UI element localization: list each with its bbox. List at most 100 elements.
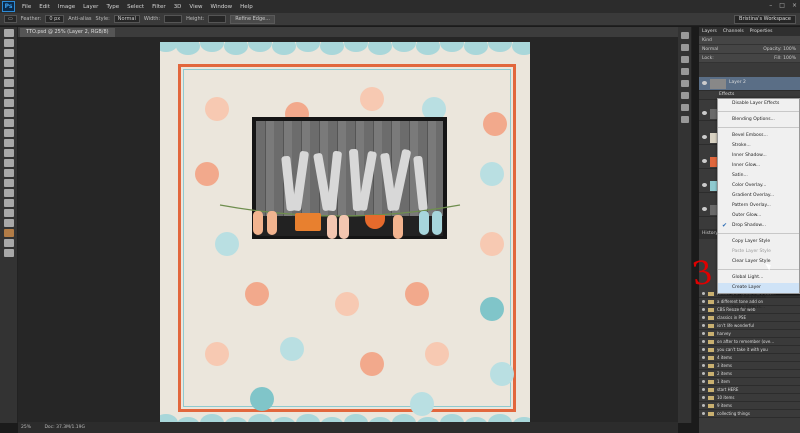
swatches-panel-icon[interactable] (681, 56, 689, 63)
eye-icon[interactable] (702, 159, 707, 163)
eye-icon[interactable] (702, 396, 705, 399)
eye-icon[interactable] (702, 135, 707, 139)
eye-icon[interactable] (702, 364, 705, 367)
history-brush-tool-icon[interactable] (4, 119, 14, 127)
eye-icon[interactable] (702, 412, 705, 415)
menu-image[interactable]: Image (54, 4, 79, 10)
styles-panel-icon[interactable] (681, 80, 689, 87)
eye-icon[interactable] (702, 404, 705, 407)
character-panel-icon[interactable] (681, 92, 689, 99)
layer-filter-select[interactable]: Kind (699, 36, 800, 45)
height-input[interactable] (208, 15, 227, 23)
zoom-level[interactable]: 25% (21, 422, 43, 433)
list-item[interactable]: collecting things (699, 410, 800, 418)
menu-edit[interactable]: Edit (35, 4, 54, 10)
menu-item-clear-layer-style[interactable]: Clear Layer Style (718, 257, 799, 267)
eye-icon[interactable] (702, 380, 705, 383)
eye-icon[interactable] (702, 292, 705, 295)
list-item[interactable]: isn't life wonderful (699, 322, 800, 330)
stamp-tool-icon[interactable] (4, 109, 14, 117)
canvas-area[interactable] (18, 37, 678, 427)
brush-panel-icon[interactable] (681, 116, 689, 123)
color-swatch[interactable] (4, 229, 14, 237)
list-item[interactable]: 1 item (699, 378, 800, 386)
menu-item-scale-effects[interactable]: Scale Effects... (718, 303, 799, 313)
menu-item-satin[interactable]: Satin... (718, 171, 799, 181)
marquee-tool-icon[interactable]: ▭ (4, 15, 17, 23)
menu-help[interactable]: Help (236, 4, 257, 10)
menu-window[interactable]: Window (206, 4, 236, 10)
eye-icon[interactable] (702, 332, 705, 335)
document-canvas[interactable] (160, 42, 530, 427)
marquee-tool-icon[interactable] (4, 39, 14, 47)
list-item[interactable]: classics in PSE (699, 314, 800, 322)
menu-layer[interactable]: Layer (79, 4, 102, 10)
menu-item-gradient-overlay[interactable]: Gradient Overlay... (718, 191, 799, 201)
quick-select-tool-icon[interactable] (4, 59, 14, 67)
menu-type[interactable]: Type (102, 4, 123, 10)
eye-icon[interactable] (702, 300, 705, 303)
menu-item-outer-glow[interactable]: Outer Glow... (718, 211, 799, 221)
maximize-icon[interactable]: □ (779, 2, 785, 9)
move-tool-icon[interactable] (4, 29, 14, 37)
tab-channels[interactable]: Channels (723, 27, 744, 36)
crop-tool-icon[interactable] (4, 69, 14, 77)
properties-panel-icon[interactable] (681, 44, 689, 51)
menu-item-disable-layer-effects[interactable]: Disable Layer Effects (718, 99, 799, 109)
list-item[interactable]: 10 items (699, 394, 800, 402)
width-input[interactable] (164, 15, 183, 23)
healing-tool-icon[interactable] (4, 89, 14, 97)
eye-icon[interactable] (702, 372, 705, 375)
menu-item-blending-options[interactable]: Blending Options... (718, 115, 799, 125)
brush-tool-icon[interactable] (4, 99, 14, 107)
list-item[interactable]: you can't take it with you (699, 346, 800, 354)
menu-filter[interactable]: Filter (148, 4, 170, 10)
history-panel-icon[interactable] (681, 32, 689, 39)
menu-select[interactable]: Select (123, 4, 148, 10)
zoom-tool-icon[interactable] (4, 219, 14, 227)
tab-layers[interactable]: Layers (702, 27, 717, 36)
eye-icon[interactable] (702, 388, 705, 391)
eye-icon[interactable] (702, 356, 705, 359)
gradient-tool-icon[interactable] (4, 139, 14, 147)
menu-item-drop-shadow[interactable]: ✔ Drop Shadow... (718, 221, 799, 231)
eraser-tool-icon[interactable] (4, 129, 14, 137)
blend-mode-select[interactable]: Normal Opacity: 100% (699, 45, 800, 54)
eye-icon[interactable] (702, 348, 705, 351)
eye-icon[interactable] (702, 308, 705, 311)
eyedropper-tool-icon[interactable] (4, 79, 14, 87)
lasso-tool-icon[interactable] (4, 49, 14, 57)
eye-icon[interactable] (702, 207, 707, 211)
list-item[interactable]: on after to remember (ove... (699, 338, 800, 346)
menu-item-hide-all-effects[interactable]: Hide All Effects (718, 293, 799, 303)
type-tool-icon[interactable] (4, 179, 14, 187)
menu-item-inner-glow[interactable]: Inner Glow... (718, 161, 799, 171)
menu-item-stroke[interactable]: Stroke... (718, 141, 799, 151)
layer-row-selected[interactable]: Layer 2 (699, 77, 800, 91)
close-icon[interactable]: × (792, 2, 797, 9)
list-item[interactable]: 2 items (699, 370, 800, 378)
workspace-select[interactable]: Bristina's Workspace (734, 15, 796, 24)
menu-item-global-light[interactable]: Global Light... (718, 273, 799, 283)
menu-item-color-overlay[interactable]: Color Overlay... (718, 181, 799, 191)
list-item[interactable]: 3 items (699, 362, 800, 370)
blur-tool-icon[interactable] (4, 149, 14, 157)
style-select[interactable]: Normal (113, 15, 140, 23)
dodge-tool-icon[interactable] (4, 159, 14, 167)
menu-item-create-layer[interactable]: Create Layer (718, 283, 799, 293)
tab-properties[interactable]: Properties (750, 27, 773, 36)
menu-item-inner-shadow[interactable]: Inner Shadow... (718, 151, 799, 161)
shape-tool-icon[interactable] (4, 199, 14, 207)
eye-icon[interactable] (702, 324, 705, 327)
eye-icon[interactable] (702, 183, 707, 187)
menu-view[interactable]: View (185, 4, 206, 10)
paragraph-panel-icon[interactable] (681, 104, 689, 111)
path-select-tool-icon[interactable] (4, 189, 14, 197)
eye-icon[interactable] (702, 111, 707, 115)
list-item[interactable]: 4 items (699, 354, 800, 362)
adjustments-panel-icon[interactable] (681, 68, 689, 75)
eye-icon[interactable] (702, 340, 705, 343)
menu-3d[interactable]: 3D (170, 4, 186, 10)
list-item[interactable]: harvey (699, 330, 800, 338)
menu-item-pattern-overlay[interactable]: Pattern Overlay... (718, 201, 799, 211)
